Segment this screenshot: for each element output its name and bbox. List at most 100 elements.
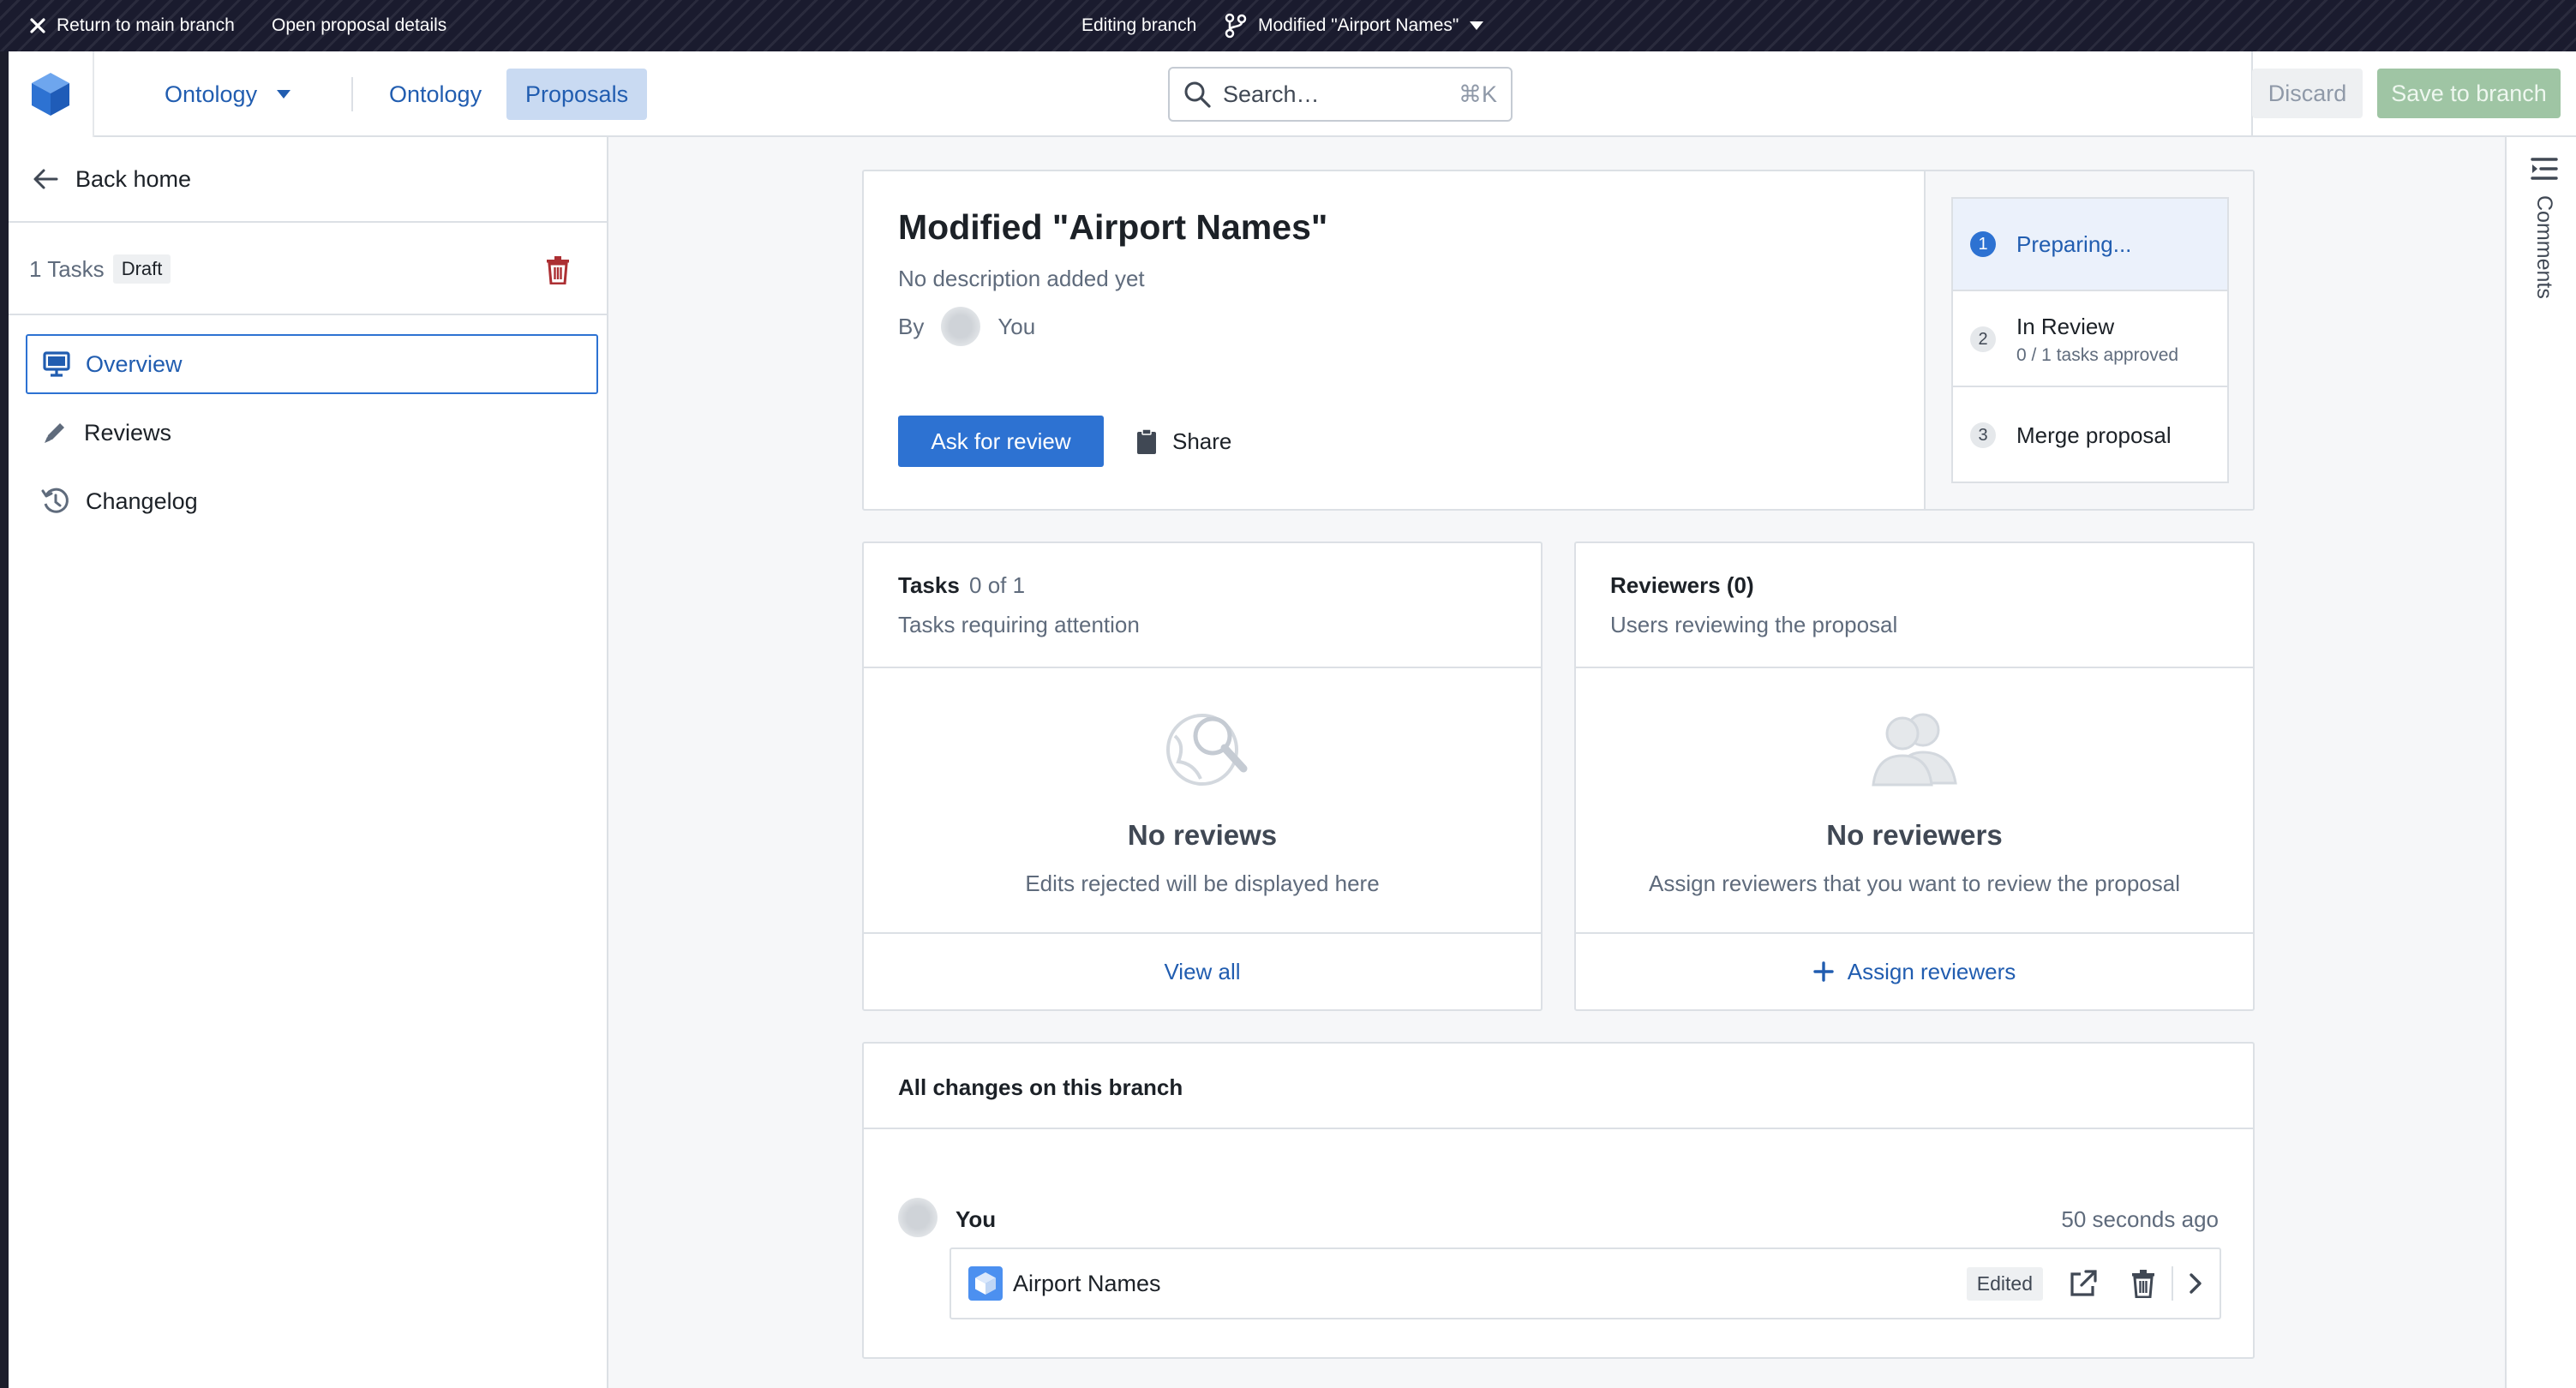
steps-list: 1 Preparing... 2 In Review 0 / 1 tasks a…	[1951, 197, 2229, 483]
empty-state-text: Edits rejected will be displayed here	[1025, 870, 1380, 896]
history-icon	[41, 487, 70, 516]
step-number-badge: 1	[1970, 231, 1996, 257]
comments-toggle-icon[interactable]	[2531, 156, 2558, 182]
tasks-title-row: Tasks 0 of 1	[898, 572, 1025, 599]
close-icon	[29, 17, 46, 34]
change-item-row[interactable]: Airport Names Edited	[950, 1247, 2221, 1319]
proposal-description: No description added yet	[898, 266, 1145, 291]
search-document-icon	[1159, 702, 1249, 791]
people-icon	[1870, 708, 1959, 787]
assign-reviewers-label: Assign reviewers	[1847, 958, 2016, 984]
ontology-app-menu[interactable]: Ontology	[146, 69, 310, 120]
caret-down-icon	[1469, 21, 1484, 31]
avatar	[898, 1198, 938, 1237]
tasks-count: 0 of 1	[969, 572, 1026, 598]
tab-ontology[interactable]: Ontology	[370, 69, 500, 120]
save-to-branch-label: Save to branch	[2391, 80, 2547, 106]
step-number-badge: 2	[1970, 326, 1996, 352]
empty-state-text: Assign reviewers that you want to review…	[1649, 870, 2180, 896]
step-in-review: 2 In Review 0 / 1 tasks approved	[1953, 293, 2227, 387]
review-steps-panel: 1 Preparing... 2 In Review 0 / 1 tasks a…	[1924, 171, 2253, 509]
back-home-button[interactable]: Back home	[9, 137, 607, 223]
step-label: In Review	[2016, 313, 2115, 339]
editing-branch-label: Editing branch	[1081, 0, 1196, 51]
share-button[interactable]: Share	[1136, 416, 1231, 467]
trash-icon[interactable]	[2130, 1269, 2156, 1298]
tasks-summary: 1 Tasks Draft	[9, 224, 607, 315]
sidebar-item-label: Reviews	[84, 419, 172, 446]
pencil-icon	[41, 419, 69, 446]
git-branch-icon	[1224, 13, 1248, 39]
empty-state-title: No reviews	[1127, 819, 1278, 851]
tab-ontology-label: Ontology	[389, 81, 482, 107]
view-all-label: View all	[1164, 958, 1241, 984]
ask-for-review-label: Ask for review	[931, 428, 1071, 454]
reviewers-card: Reviewers (0) Users reviewing the propos…	[1574, 541, 2255, 1011]
chevron-right-icon[interactable]	[2189, 1272, 2202, 1295]
view-all-link[interactable]: View all	[864, 934, 1541, 1009]
tasks-count: 1 Tasks	[29, 255, 105, 282]
nav-divider	[351, 77, 353, 111]
open-proposal-details-button[interactable]: Open proposal details	[272, 0, 446, 51]
return-to-main-button[interactable]: Return to main branch	[29, 0, 235, 51]
branch-name: Modified "Airport Names"	[1258, 15, 1459, 35]
cube-logo-icon	[29, 71, 72, 117]
sidebar: Back home 1 Tasks Draft Overview Reviews…	[9, 137, 608, 1388]
back-home-label: Back home	[75, 165, 192, 192]
divider	[2172, 1266, 2173, 1301]
ontology-menu-label: Ontology	[165, 81, 258, 107]
search-placeholder: Search…	[1223, 81, 1320, 107]
sidebar-item-overview[interactable]: Overview	[26, 334, 598, 394]
step-label: Merge proposal	[2016, 422, 2172, 448]
divider	[864, 667, 1541, 668]
empty-state-title: No reviewers	[1826, 819, 2003, 851]
tab-proposals[interactable]: Proposals	[506, 69, 648, 120]
step-number-badge: 3	[1970, 422, 1996, 448]
branch-selector[interactable]: Modified "Airport Names"	[1224, 0, 1484, 51]
author-name: You	[997, 313, 1036, 339]
save-to-branch-button[interactable]: Save to branch	[2377, 69, 2561, 118]
avatar	[941, 307, 981, 346]
divider	[1576, 667, 2253, 668]
by-label: By	[898, 313, 925, 339]
step-sublabel: 0 / 1 tasks approved	[2016, 344, 2179, 365]
window-edge	[0, 51, 9, 1388]
proposal-title: Modified "Airport Names"	[898, 207, 1328, 247]
assign-reviewers-button[interactable]: Assign reviewers	[1576, 934, 2253, 1009]
clipboard-icon	[1136, 428, 1157, 454]
arrow-left-icon	[33, 168, 58, 190]
comments-tab-label[interactable]: Comments	[2531, 195, 2556, 299]
sidebar-item-reviews[interactable]: Reviews	[26, 403, 598, 463]
app-logo[interactable]	[9, 51, 94, 137]
change-item-name: Airport Names	[1013, 1270, 1161, 1296]
change-author: You	[956, 1206, 997, 1232]
trash-icon[interactable]	[545, 255, 571, 284]
sidebar-item-changelog[interactable]: Changelog	[26, 471, 598, 531]
step-label: Preparing...	[2016, 230, 2132, 257]
open-proposal-details-label: Open proposal details	[272, 15, 447, 35]
reviewers-title: Reviewers (0)	[1610, 572, 1754, 598]
object-type-icon	[968, 1266, 1003, 1301]
proposal-author: By You	[898, 307, 1035, 346]
divider	[864, 1128, 2253, 1129]
discard-button[interactable]: Discard	[2252, 69, 2363, 118]
comments-panel: Comments	[2505, 137, 2576, 1388]
change-timestamp: 50 seconds ago	[2061, 1206, 2219, 1232]
monitor-icon	[43, 351, 70, 377]
search-shortcut: ⌘K	[1458, 81, 1497, 107]
branch-bar: Return to main branch Open proposal deta…	[0, 0, 2576, 51]
open-external-icon[interactable]	[2069, 1269, 2098, 1298]
tasks-title: Tasks	[898, 572, 960, 598]
edited-badge: Edited	[1966, 1266, 2043, 1301]
status-badge: Draft	[112, 254, 171, 284]
editing-branch-text: Editing branch	[1081, 15, 1197, 35]
all-changes-title: All changes on this branch	[898, 1074, 1183, 1100]
share-label: Share	[1172, 428, 1232, 454]
ask-for-review-button[interactable]: Ask for review	[898, 416, 1104, 467]
sidebar-item-label: Overview	[86, 350, 183, 377]
reviewers-subtitle: Users reviewing the proposal	[1610, 612, 1898, 637]
step-preparing: 1 Preparing...	[1953, 199, 2227, 291]
all-changes-card: All changes on this branch You 50 second…	[862, 1042, 2255, 1359]
tab-proposals-label: Proposals	[525, 81, 629, 107]
search-input[interactable]: Search… ⌘K	[1168, 67, 1513, 122]
